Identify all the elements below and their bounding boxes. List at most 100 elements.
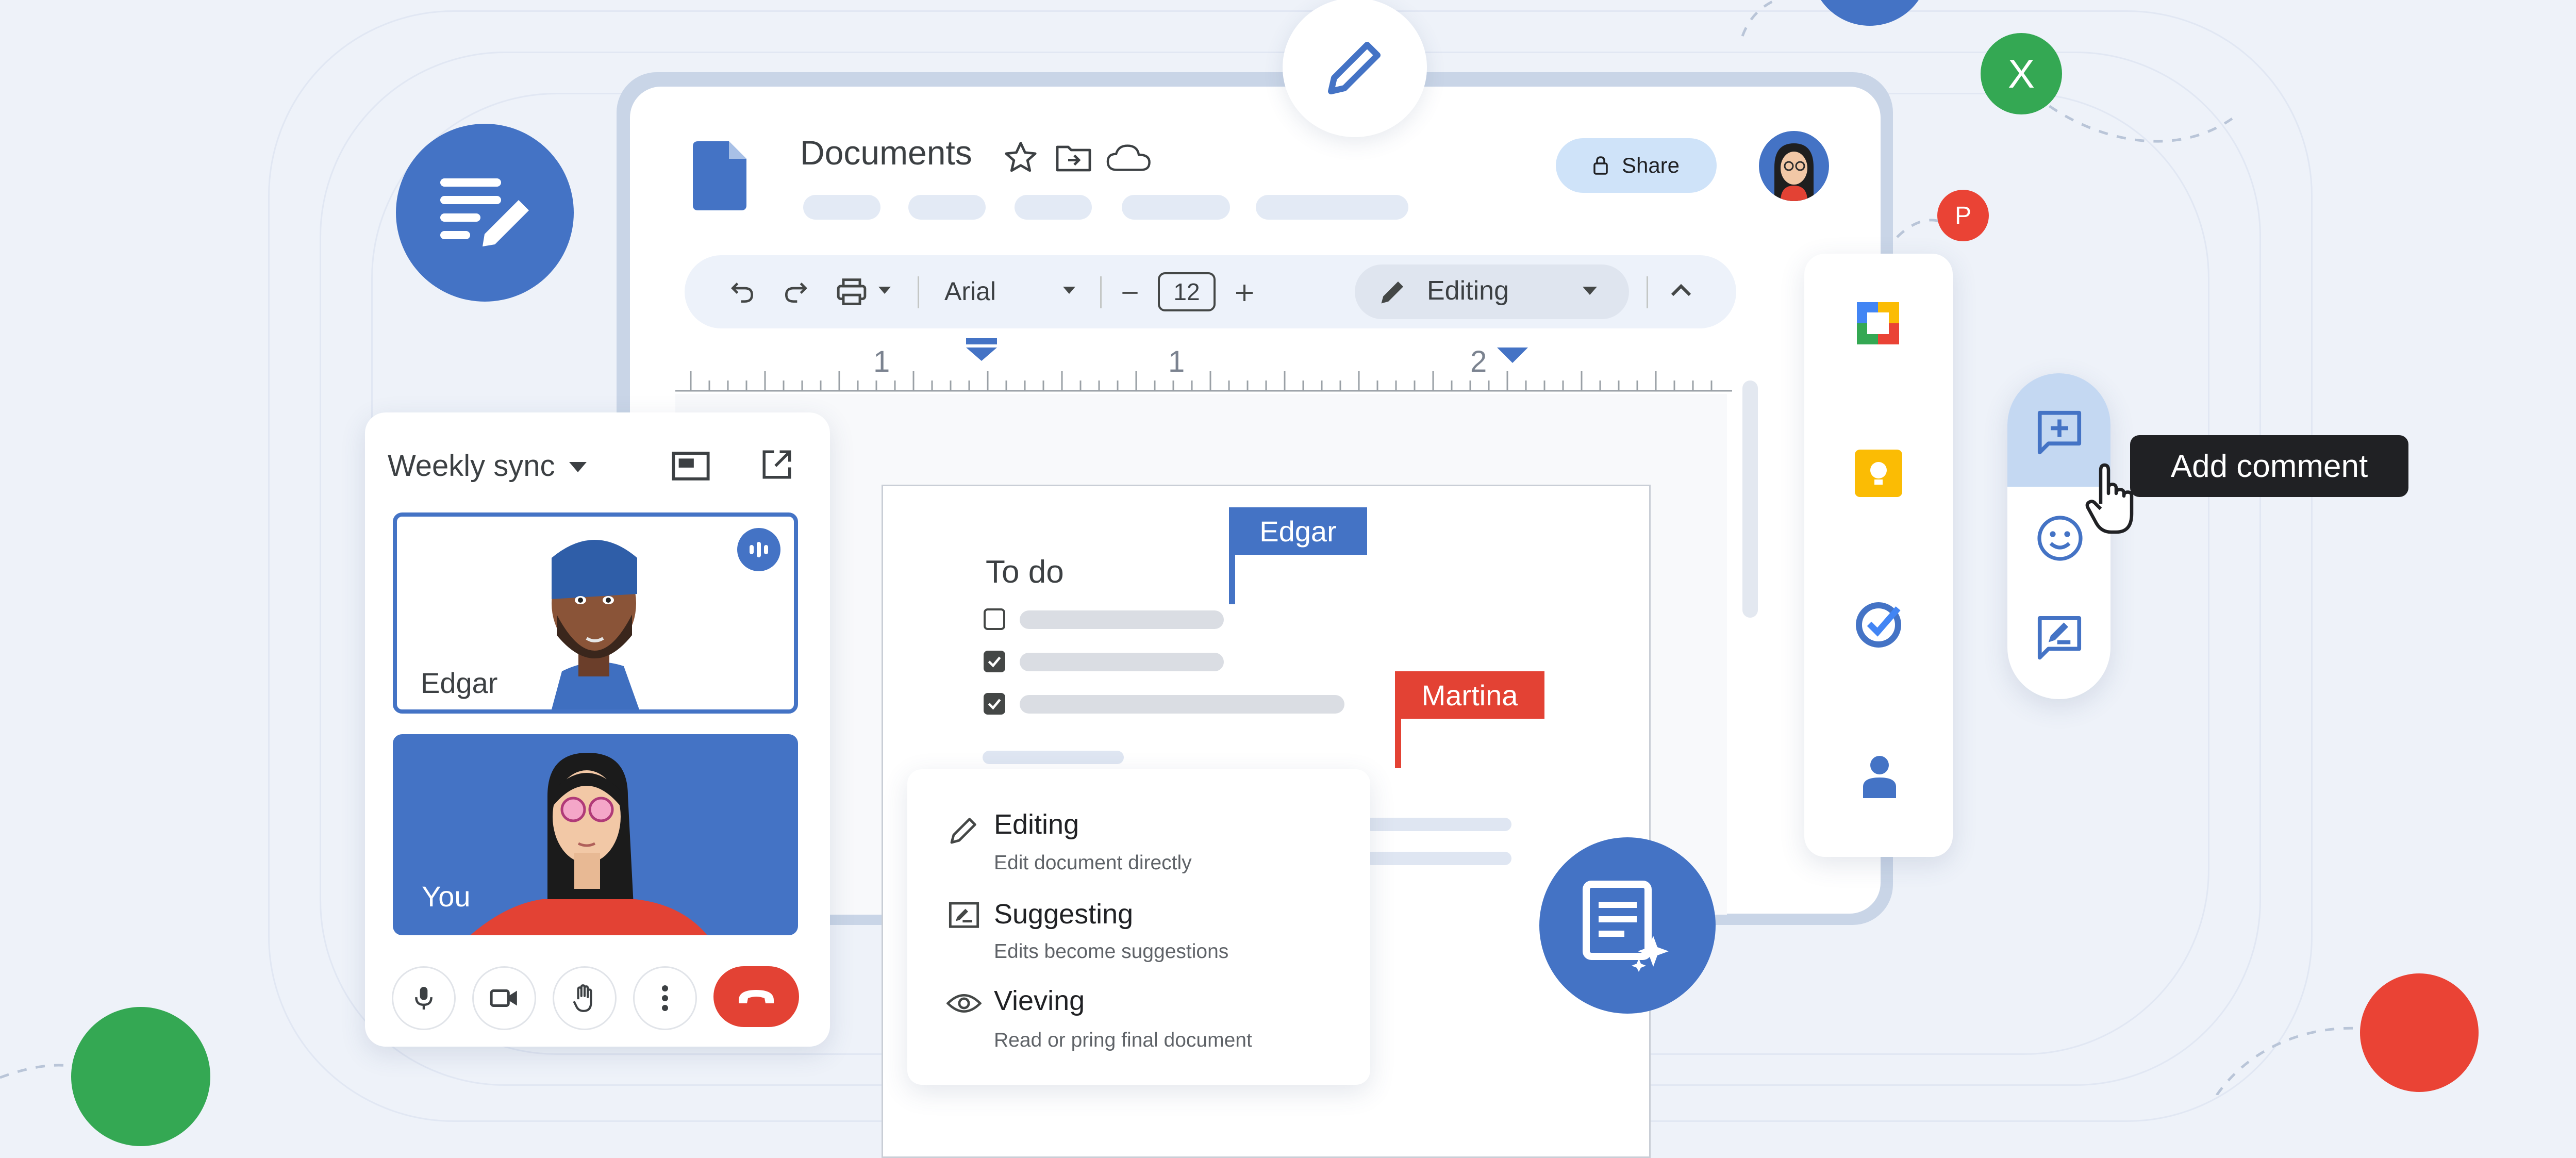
more-options-button[interactable] xyxy=(633,966,697,1030)
menu-placeholder xyxy=(908,195,986,220)
decrease-font-size-icon[interactable] xyxy=(1119,282,1141,304)
edit-fab[interactable] xyxy=(1283,0,1427,137)
pencil-icon xyxy=(1328,42,1381,94)
text-placeholder xyxy=(983,751,1124,764)
menu-placeholder xyxy=(1122,195,1230,220)
doc-edit-icon xyxy=(440,178,529,246)
add-comment-icon[interactable] xyxy=(2033,406,2086,459)
doc-sparkle-icon xyxy=(1583,881,1669,972)
audio-level-icon xyxy=(750,542,768,557)
vertical-scrollbar[interactable] xyxy=(1742,381,1758,618)
checklist-checkbox-checked[interactable] xyxy=(984,651,1005,672)
meeting-title-dropdown-icon[interactable] xyxy=(569,462,587,473)
font-family-select[interactable]: Arial xyxy=(944,276,996,306)
ruler-label: 2 xyxy=(1470,345,1487,378)
tooltip-text: Add comment xyxy=(2170,448,2368,484)
add-comment-tooltip: Add comment xyxy=(2130,435,2408,497)
move-to-folder-icon[interactable] xyxy=(1054,139,1095,176)
doc-title[interactable]: Documents xyxy=(800,133,972,172)
meeting-title[interactable]: Weekly sync xyxy=(388,449,555,483)
collaborator-cursor-flag: Martina xyxy=(1395,671,1544,719)
mode-dropdown-icon xyxy=(1583,287,1597,295)
collaborator-cursor-flag: Edgar xyxy=(1229,507,1367,555)
star-icon[interactable] xyxy=(1002,139,1039,176)
collaborator-name: Edgar xyxy=(1259,515,1337,548)
avatar-badge-p: P xyxy=(1937,190,1989,241)
font-size-input[interactable]: 12 xyxy=(1158,272,1216,311)
toolbar-divider xyxy=(1647,276,1648,308)
microphone-icon xyxy=(415,987,433,1010)
microphone-button[interactable] xyxy=(392,966,456,1030)
menu-placeholder xyxy=(1015,195,1092,220)
page-heading: To do xyxy=(986,554,1064,590)
suggest-edits-icon[interactable] xyxy=(2033,611,2086,662)
toolbar-divider xyxy=(1100,276,1102,308)
end-call-button[interactable] xyxy=(713,966,799,1027)
picture-in-picture-icon[interactable] xyxy=(671,451,710,482)
left-indent-marker[interactable] xyxy=(965,338,998,362)
docs-file-icon xyxy=(693,141,746,210)
menu-item-editing[interactable]: Editing xyxy=(994,808,1079,840)
menu-item-viewing-description: Read or pring final document xyxy=(994,1029,1252,1051)
font-dropdown-icon[interactable] xyxy=(1063,287,1075,295)
checklist-text xyxy=(1020,695,1344,714)
right-indent-marker[interactable] xyxy=(1496,348,1529,364)
emoji-reaction-icon[interactable] xyxy=(2035,514,2085,563)
camera-button[interactable] xyxy=(472,966,536,1030)
share-button[interactable]: Share xyxy=(1556,138,1717,193)
menu-placeholder xyxy=(1256,195,1408,220)
raise-hand-icon xyxy=(573,984,592,1012)
redo-icon[interactable] xyxy=(782,277,810,306)
participant-tile-you[interactable]: You xyxy=(393,734,798,935)
avatar-badge-x: X xyxy=(1981,33,2062,114)
decorative-green-circle xyxy=(71,1007,210,1146)
menu-item-suggesting-description: Edits become suggestions xyxy=(994,940,1229,963)
menu-item-suggesting[interactable]: Suggesting xyxy=(994,898,1133,930)
menu-item-viewing[interactable]: Vieving xyxy=(994,985,1085,1017)
check-icon xyxy=(988,656,1001,668)
calendar-icon[interactable] xyxy=(1854,299,1902,348)
video-camera-icon xyxy=(490,989,517,1007)
open-in-new-icon[interactable] xyxy=(760,448,794,482)
ruler-label: 1 xyxy=(1168,345,1185,378)
participant-tile-edgar[interactable]: Edgar xyxy=(393,512,798,714)
check-icon xyxy=(988,699,1001,710)
toolbar-divider xyxy=(918,276,919,308)
suggest-icon xyxy=(949,902,979,928)
checklist-text xyxy=(1020,653,1224,671)
keep-icon[interactable] xyxy=(1855,450,1902,497)
video-call-card xyxy=(365,412,830,1047)
participant-name: You xyxy=(422,880,471,913)
text-placeholder xyxy=(1365,852,1511,865)
increase-font-size-icon[interactable] xyxy=(1232,280,1257,305)
menu-placeholder xyxy=(803,195,880,220)
menu-item-editing-description: Edit document directly xyxy=(994,852,1192,874)
pencil-icon xyxy=(1381,282,1403,304)
hang-up-icon xyxy=(739,990,774,1003)
collapse-toolbar-icon[interactable] xyxy=(1670,283,1692,297)
participant-name: Edgar xyxy=(421,667,498,699)
smart-summary-badge[interactable] xyxy=(1539,837,1716,1014)
ruler xyxy=(675,371,1732,392)
lock-icon xyxy=(1593,156,1608,175)
more-vert-icon xyxy=(662,985,668,1011)
tasks-icon[interactable] xyxy=(1855,599,1904,649)
pencil-icon xyxy=(950,818,976,844)
print-dropdown-icon[interactable] xyxy=(878,287,891,295)
user-avatar[interactable] xyxy=(1759,131,1829,201)
docs-edit-badge xyxy=(396,124,574,302)
share-label: Share xyxy=(1621,153,1680,177)
print-icon[interactable] xyxy=(835,276,868,307)
decorative-red-circle xyxy=(2360,973,2479,1092)
undo-icon[interactable] xyxy=(728,277,757,306)
text-placeholder xyxy=(1365,818,1511,831)
raise-hand-button[interactable] xyxy=(553,966,617,1030)
ruler-label: 1 xyxy=(873,345,890,378)
checklist-checkbox[interactable] xyxy=(984,608,1005,630)
contacts-icon[interactable] xyxy=(1859,753,1900,798)
eye-icon xyxy=(946,994,982,1013)
user-avatar-illustration xyxy=(1774,143,1814,201)
checklist-text xyxy=(1020,610,1224,629)
checklist-checkbox-checked[interactable] xyxy=(984,693,1005,715)
cloud-status-icon[interactable] xyxy=(1106,142,1152,173)
